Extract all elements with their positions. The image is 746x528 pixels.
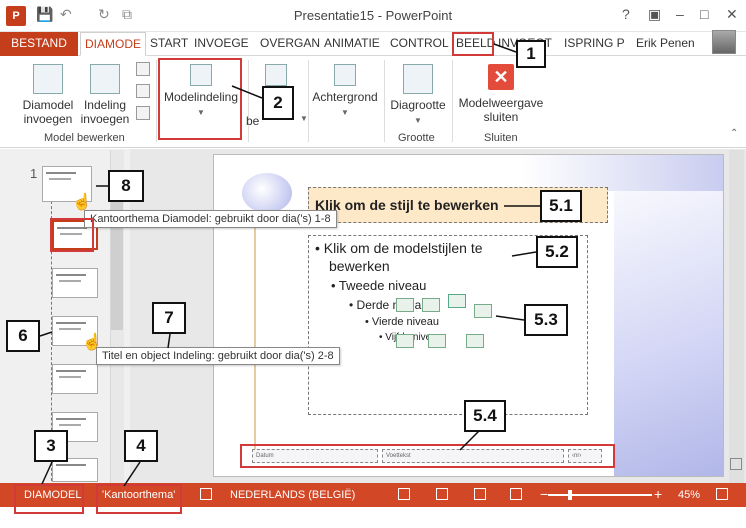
zoom-level[interactable]: 45% — [678, 489, 700, 501]
picture-icon[interactable] — [474, 304, 492, 318]
collapse-ribbon-icon[interactable]: ⌃ — [730, 128, 738, 139]
tab-invoegen[interactable]: INVOEGE — [190, 32, 253, 56]
slideshow-icon[interactable] — [510, 488, 522, 500]
help-icon[interactable]: ? — [622, 6, 630, 22]
insert-layout-icon — [90, 64, 120, 94]
online-picture-icon[interactable] — [396, 334, 414, 348]
callout-7: 7 — [152, 302, 186, 334]
chevron-down-icon: ▼ — [414, 116, 422, 125]
tab-ispring[interactable]: ISPRING P — [560, 32, 629, 56]
ribbon: Diamodel invoegen Indeling invoegen Mode… — [0, 56, 746, 148]
rename-icon[interactable] — [136, 84, 150, 98]
tab-overgangen[interactable]: OVERGAN — [256, 32, 324, 56]
chart-icon[interactable] — [422, 298, 440, 312]
decorative-line — [254, 225, 256, 455]
group-label-sluiten: Sluiten — [484, 132, 518, 144]
background-decoration — [614, 155, 723, 476]
callout-5-1: 5.1 — [540, 190, 582, 222]
callout-5-2: 5.2 — [536, 236, 578, 268]
callout-2: 2 — [262, 86, 294, 120]
close-master-icon: ✕ — [488, 64, 514, 90]
maximize-icon[interactable]: □ — [700, 6, 708, 22]
slide-size-button[interactable]: Diagrootte ▼ — [386, 64, 450, 128]
background-icon — [334, 64, 356, 86]
callout-6: 6 — [6, 320, 40, 352]
callout-4: 4 — [124, 430, 158, 462]
zoom-in-button[interactable]: + — [654, 486, 662, 502]
bullet-level-1-cont: bewerken — [329, 258, 390, 274]
title-bar: P 💾 ↶ ↻ ⧉ Presentatie15 - PowerPoint ? ▣… — [0, 0, 746, 32]
tooltip-master: Kantoorthema Diamodel: gebruikt door dia… — [84, 210, 337, 228]
highlight-layout-thumbnail — [50, 218, 94, 252]
content-icons — [396, 292, 496, 362]
ribbon-display-icon[interactable]: ▣ — [648, 6, 661, 23]
preserve-icon[interactable] — [136, 106, 150, 120]
tooltip-layout: Titel en object Indeling: gebruikt door … — [96, 347, 340, 365]
highlight-modelindeling — [158, 58, 242, 140]
callout-5-4: 5.4 — [464, 400, 506, 432]
chevron-down-icon: ▼ — [341, 108, 349, 117]
ribbon-tabs: BESTAND DIAMODE START INVOEGE OVERGAN AN… — [0, 32, 746, 56]
zoom-slider-knob[interactable] — [568, 490, 572, 500]
divider — [248, 60, 249, 142]
avatar[interactable] — [712, 30, 736, 54]
highlight-beeld-tab — [452, 32, 494, 56]
bullet-level-1: • Klik om de modelstijlen te — [315, 240, 483, 256]
tab-bestand[interactable]: BESTAND — [0, 32, 78, 56]
chevron-down-icon[interactable]: ▼ — [300, 114, 308, 123]
slide-scrollbar[interactable] — [729, 150, 744, 483]
tab-animaties[interactable]: ANIMATIE — [320, 32, 384, 56]
zoom-slider-track[interactable] — [548, 494, 652, 496]
theme-icon — [265, 64, 287, 86]
fit-to-window-icon[interactable] — [716, 488, 728, 500]
footer-number-placeholder[interactable]: ‹nr› — [568, 449, 602, 463]
footer-date-placeholder[interactable]: Datum — [252, 449, 378, 463]
divider — [308, 60, 309, 142]
callout-3: 3 — [34, 430, 68, 462]
normal-view-icon[interactable] — [398, 488, 410, 500]
window-title: Presentatie15 - PowerPoint — [293, 8, 453, 23]
decorative-orb — [242, 173, 292, 213]
slide-number: 1 — [30, 166, 38, 181]
insert-master-icon — [33, 64, 63, 94]
footer-text-placeholder[interactable]: Voettekst — [382, 449, 564, 463]
divider — [384, 60, 385, 142]
pointer-cursor-icon: ☝ — [72, 194, 92, 211]
slide-size-icon — [403, 64, 433, 94]
callout-1: 1 — [516, 40, 546, 68]
insert-master-button[interactable]: Diamodel invoegen — [20, 64, 76, 126]
bullet-level-2: • Tweede niveau — [331, 278, 427, 293]
highlight-status-theme — [96, 484, 182, 514]
layout-thumbnail[interactable] — [52, 364, 98, 394]
tab-diamode[interactable]: DIAMODE — [80, 32, 147, 56]
close-master-view-button[interactable]: ✕ Modelweergave sluiten — [456, 64, 546, 124]
tab-controleren[interactable]: CONTROL — [386, 32, 453, 56]
media-icon[interactable] — [466, 334, 484, 348]
proofing-icon[interactable] — [200, 488, 212, 500]
group-label-grootte: Grootte — [398, 132, 435, 144]
delete-icon[interactable] — [136, 62, 150, 76]
callout-5-3: 5.3 — [524, 304, 568, 336]
tab-start[interactable]: START — [146, 32, 192, 56]
callout-8: 8 — [108, 170, 144, 202]
layout-thumbnail[interactable] — [52, 268, 98, 298]
table-icon[interactable] — [396, 298, 414, 312]
group-label-model-bewerken: Model bewerken — [44, 132, 125, 144]
video-icon[interactable] — [428, 334, 446, 348]
insert-layout-button[interactable]: Indeling invoegen — [78, 64, 132, 126]
reading-view-icon[interactable] — [474, 488, 486, 500]
minimize-icon[interactable]: – — [676, 6, 684, 22]
zoom-out-button[interactable]: − — [540, 486, 548, 502]
slide-sorter-icon[interactable] — [436, 488, 448, 500]
background-button[interactable]: Achtergrond ▼ — [310, 64, 380, 120]
pointer-cursor-icon: ☝ — [82, 334, 102, 351]
highlight-status-view — [14, 484, 84, 514]
notes-toggle[interactable] — [730, 458, 742, 470]
divider — [452, 60, 453, 142]
divider — [156, 60, 157, 142]
user-name[interactable]: Erik Penen — [636, 36, 695, 50]
close-icon[interactable]: ✕ — [726, 6, 738, 23]
status-language[interactable]: NEDERLANDS (BELGIË) — [230, 489, 355, 501]
smartart-icon[interactable] — [448, 294, 466, 308]
